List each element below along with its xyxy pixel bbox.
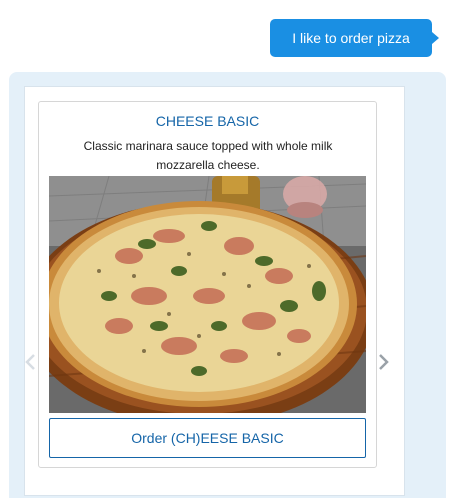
bot-response-panel: CHEESE BASIC Classic marinara sauce topp… [9,72,446,498]
chevron-right-icon[interactable] [375,352,391,372]
product-card: CHEESE BASIC Classic marinara sauce topp… [38,101,377,468]
user-message-bubble: I like to order pizza [270,19,439,57]
order-button[interactable]: Order (CH)EESE BASIC [49,418,366,458]
product-description: Classic marinara sauce topped with whole… [83,139,333,172]
pizza-image [49,176,366,413]
product-title: CHEESE BASIC [155,113,260,129]
chevron-left-icon[interactable] [23,352,39,372]
carousel-container: CHEESE BASIC Classic marinara sauce topp… [24,86,405,496]
chat-window: I like to order pizza CHEESE BASIC Class… [0,0,454,498]
